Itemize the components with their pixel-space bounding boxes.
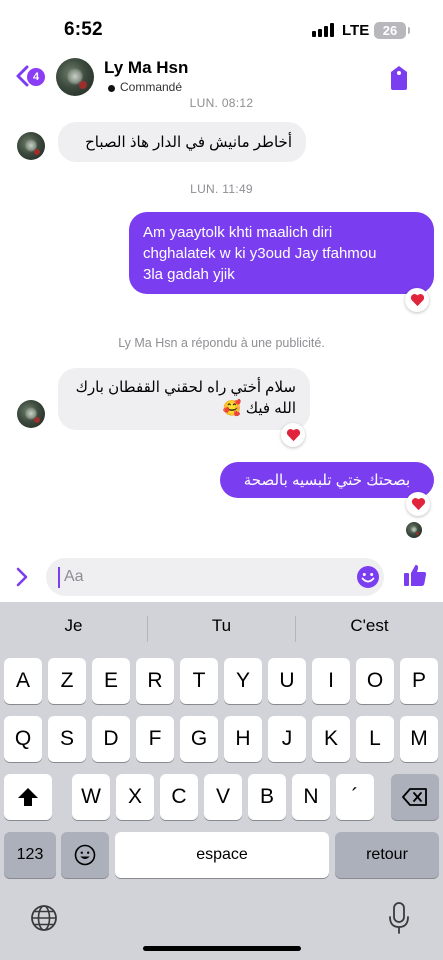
sender-avatar[interactable] xyxy=(17,400,45,428)
emoji-key[interactable] xyxy=(61,832,109,878)
key[interactable]: W xyxy=(72,774,110,820)
key[interactable]: B xyxy=(248,774,286,820)
key[interactable]: T xyxy=(180,658,218,704)
network-label: LTE xyxy=(342,22,370,39)
unread-count-badge: 4 xyxy=(27,68,45,86)
autocomplete-bar: Je Tu C'est xyxy=(0,602,443,650)
message-input[interactable]: Aa xyxy=(46,558,384,596)
key[interactable]: I xyxy=(312,658,350,704)
key[interactable]: Z xyxy=(48,658,86,704)
globe-icon[interactable] xyxy=(30,904,58,932)
key[interactable]: R xyxy=(136,658,174,704)
key[interactable]: A xyxy=(4,658,42,704)
key[interactable]: P xyxy=(400,658,438,704)
emoji-keyboard-icon xyxy=(74,844,96,866)
signal-icon xyxy=(312,23,336,37)
key[interactable]: M xyxy=(400,716,438,762)
space-key[interactable]: espace xyxy=(115,832,329,878)
key[interactable]: U xyxy=(268,658,306,704)
expand-chevron-icon[interactable] xyxy=(14,566,30,588)
key[interactable]: D xyxy=(92,716,130,762)
key[interactable]: L xyxy=(356,716,394,762)
contact-avatar[interactable] xyxy=(56,58,94,96)
suggestion-1[interactable]: Je xyxy=(0,616,147,636)
numbers-key[interactable]: 123 xyxy=(4,832,56,878)
shift-key[interactable] xyxy=(4,774,52,820)
key[interactable]: S xyxy=(48,716,86,762)
message-input-placeholder: Aa xyxy=(64,568,84,585)
label-tag-icon[interactable] xyxy=(388,65,410,91)
key[interactable]: G xyxy=(180,716,218,762)
suggestion-2[interactable]: Tu xyxy=(148,616,295,636)
backspace-icon xyxy=(402,788,427,806)
timestamp: LUN. 11:49 xyxy=(190,182,253,196)
key[interactable]: ´ xyxy=(336,774,374,820)
status-dot-icon xyxy=(108,85,115,92)
home-indicator xyxy=(143,946,301,951)
message-line: 3la gadah yjik xyxy=(143,266,235,283)
delete-key[interactable] xyxy=(391,774,439,820)
key[interactable]: C xyxy=(160,774,198,820)
contact-name[interactable]: Ly Ma Hsn xyxy=(104,58,188,78)
message-line: الله فيك 🥰 xyxy=(222,400,296,417)
heart-reaction-icon[interactable] xyxy=(406,492,430,516)
message-list[interactable]: LUN. 08:12 أخاطر مانيش في الدار هاذ الصب… xyxy=(0,96,443,552)
incoming-message[interactable]: أخاطر مانيش في الدار هاذ الصباح xyxy=(58,122,306,162)
status-bar: 6:52 LTE 26 xyxy=(0,0,443,52)
status-time: 6:52 xyxy=(64,19,103,40)
message-line: سلام أختي راه لحقني القفطان بارك xyxy=(75,379,296,396)
key[interactable]: O xyxy=(356,658,394,704)
key[interactable]: J xyxy=(268,716,306,762)
key[interactable]: Y xyxy=(224,658,262,704)
microphone-icon[interactable] xyxy=(388,902,410,934)
conversation-header: 4 Ly Ma Hsn Commandé xyxy=(0,52,443,102)
key[interactable]: E xyxy=(92,658,130,704)
outgoing-message[interactable]: Am yaaytolk khti maalich diri chghalatek… xyxy=(129,212,434,294)
thumbs-up-icon[interactable] xyxy=(402,562,428,588)
heart-reaction-icon[interactable] xyxy=(405,288,429,312)
sender-avatar[interactable] xyxy=(17,132,45,160)
key[interactable]: F xyxy=(136,716,174,762)
incoming-message[interactable]: سلام أختي راه لحقني القفطان بارك الله في… xyxy=(58,368,310,430)
battery-icon: 26 xyxy=(374,22,410,39)
shift-arrow-icon xyxy=(18,788,38,806)
key[interactable]: Q xyxy=(4,716,42,762)
outgoing-message[interactable]: بصحتك ختي تلبسيه بالصحة xyxy=(220,462,434,498)
virtual-keyboard: Je Tu C'est A Z E R T Y U I O P Q S D F … xyxy=(0,602,443,960)
timestamp: LUN. 08:12 xyxy=(189,96,254,110)
return-key[interactable]: retour xyxy=(335,832,439,878)
contact-status: Commandé xyxy=(120,80,183,94)
message-line: Am yaaytolk khti maalich diri xyxy=(143,224,333,241)
key[interactable]: V xyxy=(204,774,242,820)
seen-receipt-avatar xyxy=(406,522,422,538)
text-caret xyxy=(58,567,60,588)
emoji-icon[interactable] xyxy=(356,565,380,589)
key[interactable]: H xyxy=(224,716,262,762)
key[interactable]: N xyxy=(292,774,330,820)
key[interactable]: X xyxy=(116,774,154,820)
ad-reply-note: Ly Ma Hsn a répondu à une publicité. xyxy=(118,336,325,350)
message-line: chghalatek w ki y3oud Jay tfahmou xyxy=(143,245,377,262)
key[interactable]: K xyxy=(312,716,350,762)
suggestion-3[interactable]: C'est xyxy=(296,616,443,636)
heart-reaction-icon[interactable] xyxy=(281,423,305,447)
